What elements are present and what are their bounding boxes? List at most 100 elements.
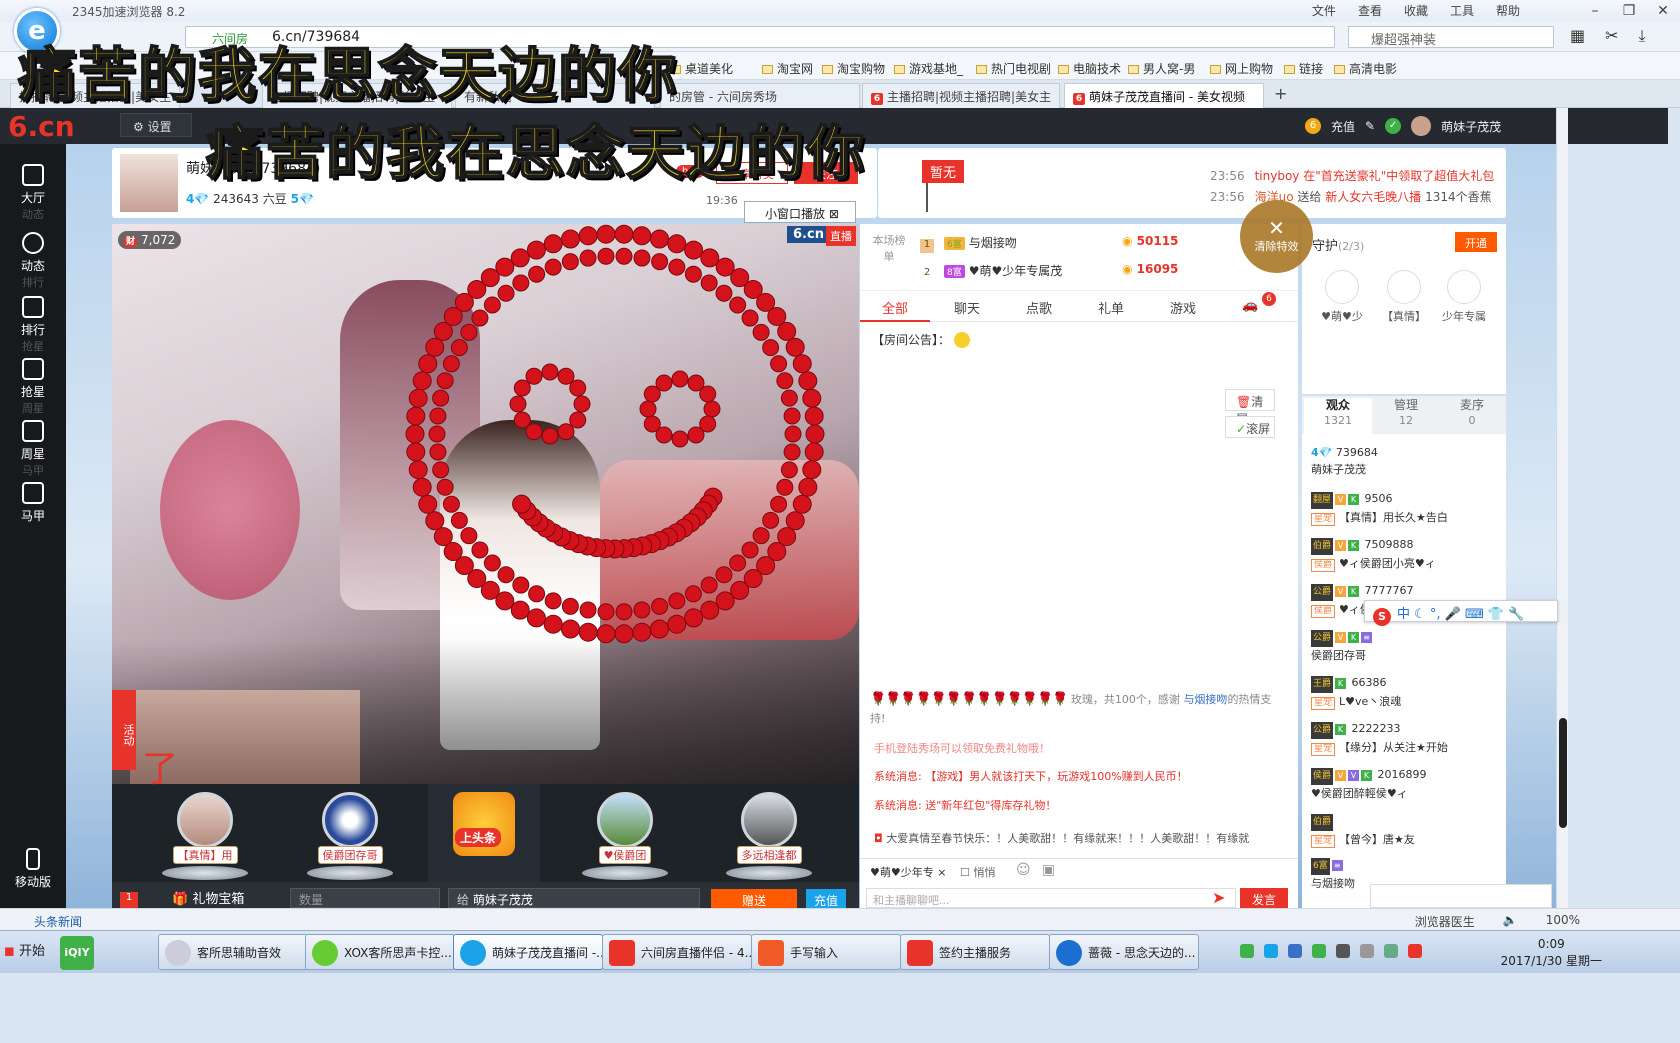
clear-effects-button[interactable]: ✕ 清除特效 — [1240, 200, 1313, 273]
taskbar-app[interactable]: 签约主播服务 — [900, 934, 1050, 970]
search-input[interactable]: 爆超强神装 — [1371, 29, 1436, 48]
bookmark-item[interactable]: 游戏基地_ — [894, 60, 963, 77]
browser-tab[interactable]: 的房管 - 六间房秀场 — [660, 83, 860, 108]
rank-row[interactable]: 1 6富 与烟接吻 — [920, 234, 1017, 253]
tab-mic-queue[interactable]: 麦序 0 — [1438, 398, 1506, 428]
tray-icon[interactable] — [1360, 944, 1374, 958]
bookmark-item[interactable]: 男人窝-男 — [1128, 60, 1195, 77]
nav-vest[interactable]: 马甲 — [0, 482, 66, 524]
tray-icon[interactable] — [1336, 944, 1350, 958]
iqiyi-icon[interactable]: iQIY — [60, 936, 94, 970]
nav-dynamic[interactable]: 动态 排行 — [0, 232, 66, 290]
activity-tab[interactable]: 活动 — [112, 690, 136, 770]
guard-member[interactable]: 【真情】 — [1376, 270, 1432, 324]
audience-item[interactable]: 王爵 K 66386 星宠 L♥ve丶浪魂 — [1311, 674, 1501, 710]
menu-tools[interactable]: 工具 — [1450, 2, 1474, 19]
quantity-input[interactable]: 数量 — [290, 888, 440, 908]
bookmark-item[interactable]: 淘宝网 — [762, 60, 813, 77]
clear-screen-button[interactable]: 🗑清屏 — [1225, 389, 1275, 426]
audience-item[interactable]: 伯爵 星宠 【曾今】唐★友 — [1311, 812, 1501, 848]
audience-item[interactable]: 翻屋 V K 9506 星宠 【真情】用长久★告白 — [1311, 490, 1501, 526]
emoji-icon[interactable]: ☺ — [1016, 862, 1031, 878]
floating-toolbar[interactable] — [1370, 884, 1552, 908]
close-icon[interactable]: ⊠ — [829, 207, 839, 221]
anchor-avatar[interactable] — [120, 154, 178, 212]
bookmark-item[interactable]: 网上购物 — [1210, 60, 1273, 77]
download-icon[interactable]: ⤓ — [1639, 26, 1646, 46]
search-box[interactable]: 爆超强神装 — [1348, 26, 1554, 48]
nav-weekly-star[interactable]: 周星 马甲 — [0, 420, 66, 478]
tab-games[interactable]: 游戏 — [1170, 298, 1196, 317]
ime-toolbar[interactable]: S中 ☾ °, 🎤 ⌨ 👕 🔧 — [1364, 600, 1558, 626]
bookmark-item[interactable]: 链接 — [1284, 60, 1323, 77]
taskbar-app[interactable]: 手写输入 — [751, 934, 901, 970]
fan-slot[interactable]: 【真情】用 — [160, 792, 250, 880]
fan-slot[interactable]: 多远相逢都 — [724, 792, 814, 880]
send-chat-button[interactable]: 发言 — [1240, 888, 1288, 908]
recipient-select[interactable]: 给 萌妹子茂茂 — [448, 888, 700, 908]
bookmark-item[interactable]: 高清电影 — [1334, 60, 1397, 77]
tab-gift-list[interactable]: 礼单 — [1098, 298, 1124, 317]
tray-icon[interactable] — [1264, 944, 1278, 958]
tab-audience[interactable]: 观众 1321 — [1304, 398, 1372, 434]
scissors-icon[interactable]: ✂ — [1605, 26, 1618, 46]
gift-box-button[interactable]: 🎁 礼物宝箱 — [172, 888, 244, 907]
close-icon[interactable]: × — [937, 866, 946, 879]
menu-view[interactable]: 查看 — [1358, 2, 1382, 19]
recharge-link[interactable]: 充值 — [1331, 118, 1355, 135]
guard-member[interactable]: ♥萌♥少 — [1314, 270, 1370, 324]
audience-item[interactable]: 4💎 739684 萌妹子茂茂 — [1311, 444, 1501, 478]
nav-hall[interactable]: 大厅 动态 — [0, 164, 66, 222]
chat-input[interactable]: 和主播聊聊吧... — [866, 888, 1236, 908]
audience-item[interactable]: 公爵 K 2222233 星宠 【缘分】从关注★开始 — [1311, 720, 1501, 756]
volume-icon[interactable]: 🔈 — [1503, 913, 1518, 930]
tray-icon[interactable] — [1240, 944, 1254, 958]
grid-icon[interactable]: ▦ — [1570, 26, 1585, 46]
menu-file[interactable]: 文件 — [1312, 2, 1336, 19]
audience-item[interactable]: 伯爵 V K 7509888 侯爵 ♥ィ侯爵团小亮♥ィ — [1311, 536, 1501, 572]
open-guard-button[interactable]: 开通 — [1455, 232, 1497, 252]
taskbar-app[interactable]: 蔷薇 - 思念天边的... — [1049, 934, 1199, 970]
minimize-icon[interactable]: – — [1578, 0, 1612, 22]
new-tab-button[interactable]: + — [1268, 83, 1296, 108]
tray-icon[interactable] — [1312, 944, 1326, 958]
scroll-thumb[interactable] — [1559, 718, 1567, 828]
taskbar-app[interactable]: 客所思辅助音效 — [158, 934, 308, 970]
tab-chat[interactable]: 聊天 — [954, 298, 980, 317]
rank-row[interactable]: 2 8富 ♥萌♥少年专属茂 — [920, 262, 1062, 281]
bookmark-item[interactable]: 淘宝购物 — [822, 60, 885, 77]
recharge-button[interactable]: 充值 — [806, 889, 846, 909]
fan-slot[interactable]: ♥侯爵团 — [580, 792, 670, 880]
tray-icon[interactable] — [1384, 944, 1398, 958]
nav-ranking[interactable]: 排行 抢星 — [0, 296, 66, 354]
zoom-level[interactable]: 100% — [1546, 913, 1580, 930]
user-avatar[interactable] — [1411, 116, 1432, 136]
headline-label[interactable]: 上头条 — [455, 828, 502, 847]
tab-song[interactable]: 点歌 — [1026, 298, 1052, 317]
chat-recipient-select[interactable]: ♥萌♥少年专 × — [870, 864, 946, 880]
headline-news-link[interactable]: 头条新闻 — [34, 913, 82, 930]
page-scrollbar[interactable] — [1556, 108, 1568, 908]
audience-item[interactable]: 公爵 V K ≡ 侯爵团存哥 — [1311, 628, 1501, 664]
user-name[interactable]: 萌妹子茂茂 — [1441, 118, 1501, 135]
mini-window-button[interactable]: 小窗口播放 ⊠ — [744, 201, 856, 223]
tray-icon[interactable] — [1408, 944, 1422, 958]
start-button[interactable]: ◼ 开始 — [4, 940, 45, 959]
car-icon[interactable]: 🚗 — [1242, 298, 1258, 313]
bookmark-item[interactable]: 桌道美化 — [670, 60, 733, 77]
taskbar-app[interactable]: XOX客所思声卡控... — [305, 934, 455, 970]
whisper-checkbox[interactable]: ☐ 悄悄 — [960, 864, 995, 880]
browser-doctor[interactable]: 浏览器医生 — [1415, 913, 1475, 930]
clock[interactable]: 0:09 2017/1/30 星期一 — [1501, 936, 1602, 970]
send-plane-icon[interactable]: ➤ — [1212, 888, 1225, 907]
restore-icon[interactable]: ❐ — [1612, 0, 1646, 22]
audience-item[interactable]: 侯爵 V V K 2016899 ♥侯爵团醉輕侯♥ィ — [1311, 766, 1501, 802]
browser-tab-active[interactable]: 6 萌妹子茂茂直播间 - 美女视频 — [1064, 83, 1264, 108]
bookmark-item[interactable]: 电脑技术 — [1058, 60, 1121, 77]
bookmark-item[interactable]: 热门电视剧 — [976, 60, 1051, 77]
close-icon[interactable]: ✕ — [1646, 0, 1680, 22]
fan-slot[interactable]: 侯爵团存哥 — [305, 792, 395, 880]
send-gift-button[interactable]: 赠送 — [711, 889, 797, 909]
tray-icon[interactable] — [1288, 944, 1302, 958]
browser-tab[interactable]: 6 主播招聘|视频主播招聘|美女主 — [862, 83, 1060, 108]
